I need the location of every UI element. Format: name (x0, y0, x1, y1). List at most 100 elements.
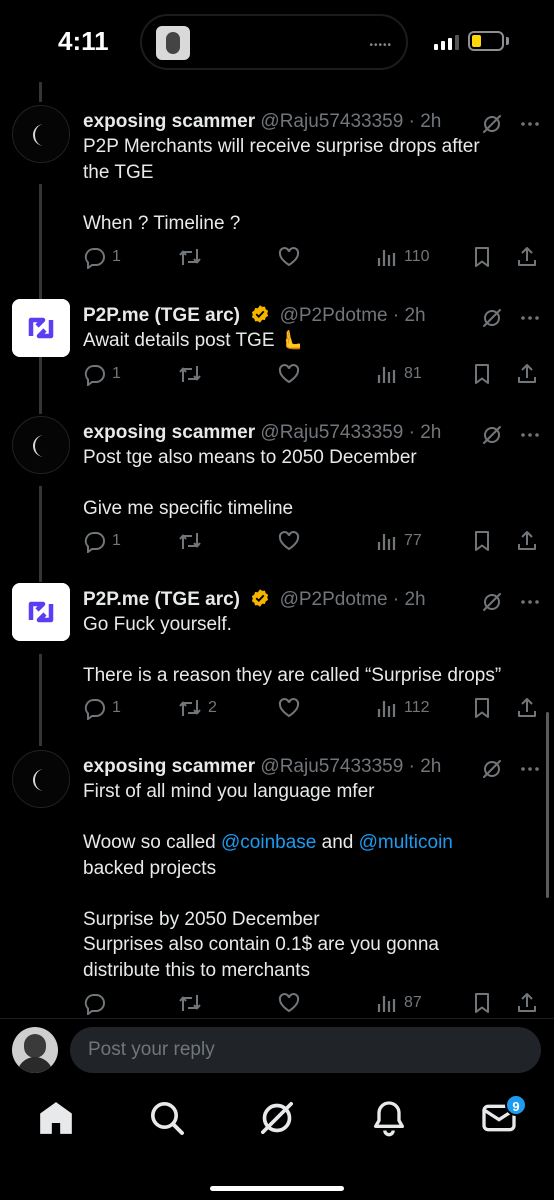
bookmark-button[interactable] (470, 362, 494, 386)
tweet-header: P2P.me (TGE arc) @P2Pdotme · 2h (83, 302, 542, 330)
retweet-icon (177, 696, 203, 720)
bookmark-button[interactable] (470, 696, 494, 720)
user-avatar[interactable] (12, 1027, 58, 1073)
author-name[interactable]: exposing scammer (83, 111, 255, 132)
views-button[interactable]: 110 (375, 245, 430, 269)
like-button[interactable] (277, 529, 301, 553)
share-button[interactable] (515, 529, 539, 553)
p2p-logo-avatar[interactable] (12, 299, 70, 357)
views-button[interactable]: 112 (375, 696, 430, 720)
like-icon (277, 529, 301, 553)
thread-connector (39, 184, 42, 304)
reply-input[interactable]: Post your reply (70, 1027, 541, 1073)
retweet-count: 2 (208, 699, 217, 716)
reply-composer: Post your reply (0, 1018, 554, 1080)
moon-avatar[interactable] (12, 416, 70, 474)
retweet-button[interactable] (177, 362, 203, 386)
mention-link[interactable]: @multicoin (359, 832, 453, 853)
author-handle[interactable]: @Raju57433359 (260, 422, 403, 443)
moon-avatar[interactable] (12, 750, 70, 808)
more-options-icon (521, 122, 539, 126)
like-button[interactable] (277, 696, 301, 720)
views-button[interactable]: 77 (375, 529, 422, 553)
retweet-button[interactable] (177, 245, 203, 269)
more-options-icon (521, 600, 539, 604)
retweet-icon (177, 529, 203, 553)
status-time: 4:11 (58, 26, 109, 56)
tweet-actions: 1 77 (83, 529, 543, 553)
grok-icon[interactable] (257, 1098, 297, 1138)
reply-button[interactable]: 1 (83, 696, 121, 720)
home-icon[interactable] (36, 1098, 76, 1138)
tweet-time: · 2h (392, 305, 426, 326)
author-handle[interactable]: @Raju57433359 (260, 111, 403, 132)
share-button[interactable] (515, 696, 539, 720)
grok-explain-icon (483, 760, 501, 778)
author-name[interactable]: P2P.me (TGE arc) (83, 589, 240, 610)
thread-timeline[interactable]: exposing scammer @Raju57433359 · 2h P2P … (0, 80, 554, 1018)
grok-explain-icon (483, 115, 501, 133)
bookmark-button[interactable] (470, 529, 494, 553)
grok-explain-icon (483, 426, 501, 444)
tweet-time: · 2h (408, 422, 442, 443)
views-icon (375, 696, 399, 720)
views-button[interactable]: 81 (375, 362, 422, 386)
tweet-text: Go Fuck yourself. There is a reason they … (83, 614, 502, 686)
bookmark-button[interactable] (470, 245, 494, 269)
share-button[interactable] (515, 245, 539, 269)
moon-avatar[interactable] (12, 105, 70, 163)
reply-button[interactable]: 1 (83, 362, 121, 386)
tweet-text: Await details post TGE 🫷 (83, 330, 304, 351)
share-button[interactable] (515, 991, 539, 1015)
reply-button[interactable]: 1 (83, 245, 121, 269)
views-icon (375, 362, 399, 386)
author-name[interactable]: exposing scammer (83, 422, 255, 443)
author-handle[interactable]: @P2Pdotme (280, 589, 388, 610)
share-icon (515, 245, 539, 269)
tweet-header: P2P.me (TGE arc) @P2Pdotme · 2h (83, 586, 542, 614)
reply-button[interactable] (83, 991, 107, 1015)
share-button[interactable] (515, 362, 539, 386)
author-handle[interactable]: @P2Pdotme (280, 305, 388, 326)
bookmark-button[interactable] (470, 991, 494, 1015)
views-button[interactable]: 87 (375, 991, 422, 1015)
search-icon[interactable] (147, 1098, 187, 1138)
retweet-button[interactable]: 2 (177, 696, 217, 720)
notifications-icon[interactable] (369, 1098, 409, 1138)
retweet-button[interactable] (177, 991, 203, 1015)
reply-count: 1 (112, 532, 121, 549)
thread-connector (39, 82, 42, 102)
retweet-button[interactable] (177, 529, 203, 553)
more-options-icon (521, 767, 539, 771)
more-options-icon (521, 433, 539, 437)
tweet-actions: 1 2 112 (83, 696, 543, 720)
like-icon (277, 696, 301, 720)
reply-icon (83, 991, 107, 1015)
author-name[interactable]: exposing scammer (83, 756, 255, 777)
dynamic-island[interactable]: ••••• (140, 14, 408, 70)
thread-connector (39, 486, 42, 582)
scrollbar[interactable] (546, 712, 549, 898)
like-button[interactable] (277, 362, 301, 386)
bookmark-icon (470, 991, 494, 1015)
like-button[interactable] (277, 991, 301, 1015)
grok-explain-icon (483, 593, 501, 611)
views-icon (375, 529, 399, 553)
retweet-icon (177, 245, 203, 269)
like-icon (277, 362, 301, 386)
author-name[interactable]: P2P.me (TGE arc) (83, 305, 240, 326)
mention-link[interactable]: @coinbase (221, 832, 316, 853)
p2p-logo-avatar[interactable] (12, 583, 70, 641)
reply-button[interactable]: 1 (83, 529, 121, 553)
tweet-time: · 2h (392, 589, 426, 610)
home-indicator[interactable] (210, 1186, 344, 1191)
bookmark-icon (470, 529, 494, 553)
views-icon (375, 245, 399, 269)
grok-explain-icon (483, 309, 501, 327)
author-handle[interactable]: @Raju57433359 (260, 756, 403, 777)
views-count: 81 (404, 365, 422, 382)
like-button[interactable] (277, 245, 301, 269)
tweet-text: P2P Merchants will receive surprise drop… (83, 136, 480, 234)
tweet-actions: 87 (83, 991, 543, 1015)
reply-count: 1 (112, 699, 121, 716)
